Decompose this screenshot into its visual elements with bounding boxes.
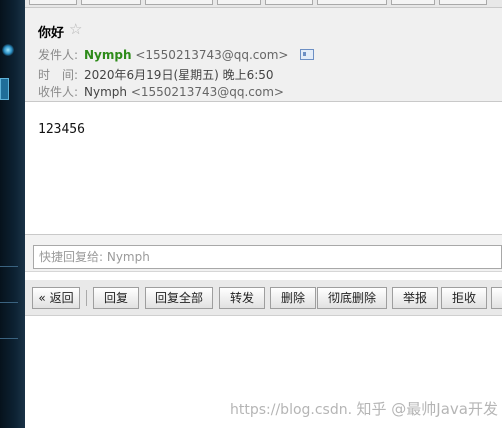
top-toolbar bbox=[25, 0, 502, 8]
toolbar-button-stub[interactable] bbox=[439, 0, 487, 5]
delete-button[interactable]: 删除 bbox=[270, 287, 316, 309]
divider bbox=[0, 266, 18, 267]
mail-header: 你好 ☆ 发件人: Nymph <1550213743@qq.com> 时 间: 2… bbox=[25, 8, 502, 102]
watermark: https://blog.csdn. 知乎 @最帅Java开发 bbox=[230, 398, 498, 419]
forward-button[interactable]: 转发 bbox=[219, 287, 265, 309]
reject-button[interactable]: 拒收 bbox=[441, 287, 487, 309]
to-label: 收件人: bbox=[38, 85, 79, 99]
to-name[interactable]: Nymph bbox=[84, 85, 127, 99]
sidebar-tab[interactable] bbox=[0, 78, 9, 100]
watermark-author: 知乎 @最帅Java开发 bbox=[356, 400, 498, 418]
left-sidebar-strip bbox=[0, 0, 25, 428]
more-button-partial[interactable] bbox=[491, 287, 502, 309]
from-label: 发件人: bbox=[38, 48, 79, 62]
toolbar-button-stub[interactable] bbox=[265, 0, 313, 5]
time-value: 2020年6月19日(星期五) 晚上6:50 bbox=[84, 68, 274, 82]
delete-permanent-button[interactable]: 彻底删除 bbox=[317, 287, 387, 309]
bottom-toolbar: « 返回 回复 回复全部 转发 删除 彻底删除 举报 拒收 bbox=[25, 280, 502, 316]
reply-all-button[interactable]: 回复全部 bbox=[145, 287, 213, 309]
watermark-url: https://blog.csdn. bbox=[230, 402, 353, 418]
contact-card-icon[interactable] bbox=[300, 49, 315, 60]
divider bbox=[0, 302, 18, 303]
time-label: 时 间: bbox=[38, 68, 79, 82]
toolbar-button-stub[interactable] bbox=[29, 0, 77, 5]
star-icon[interactable]: ☆ bbox=[69, 20, 82, 38]
to-address: <1550213743@qq.com> bbox=[130, 85, 284, 99]
toolbar-button-stub[interactable] bbox=[217, 0, 261, 5]
glow-icon bbox=[2, 44, 14, 56]
toolbar-separator bbox=[86, 290, 87, 306]
from-row: 发件人: Nymph <1550213743@qq.com> bbox=[38, 46, 315, 63]
mail-reader: 你好 ☆ 发件人: Nymph <1550213743@qq.com> 时 间: 2… bbox=[25, 0, 502, 428]
back-button[interactable]: « 返回 bbox=[32, 287, 80, 309]
from-name[interactable]: Nymph bbox=[84, 48, 132, 62]
toolbar-button-stub[interactable] bbox=[81, 0, 141, 5]
toolbar-button-stub[interactable] bbox=[145, 0, 213, 5]
mail-subject: 你好 bbox=[38, 26, 65, 41]
report-button[interactable]: 举报 bbox=[392, 287, 438, 309]
reply-button[interactable]: 回复 bbox=[93, 287, 139, 309]
from-address: <1550213743@qq.com> bbox=[135, 48, 289, 62]
time-row: 时 间: 2020年6月19日(星期五) 晚上6:50 bbox=[38, 66, 274, 83]
divider bbox=[0, 338, 18, 339]
to-row: 收件人: Nymph <1550213743@qq.com> bbox=[38, 83, 284, 100]
toolbar-button-stub[interactable] bbox=[317, 0, 387, 5]
toolbar-button-stub[interactable] bbox=[391, 0, 435, 5]
quick-reply-input[interactable] bbox=[33, 245, 502, 269]
mail-body: 123456 bbox=[38, 122, 85, 137]
quick-reply-area bbox=[25, 234, 502, 272]
